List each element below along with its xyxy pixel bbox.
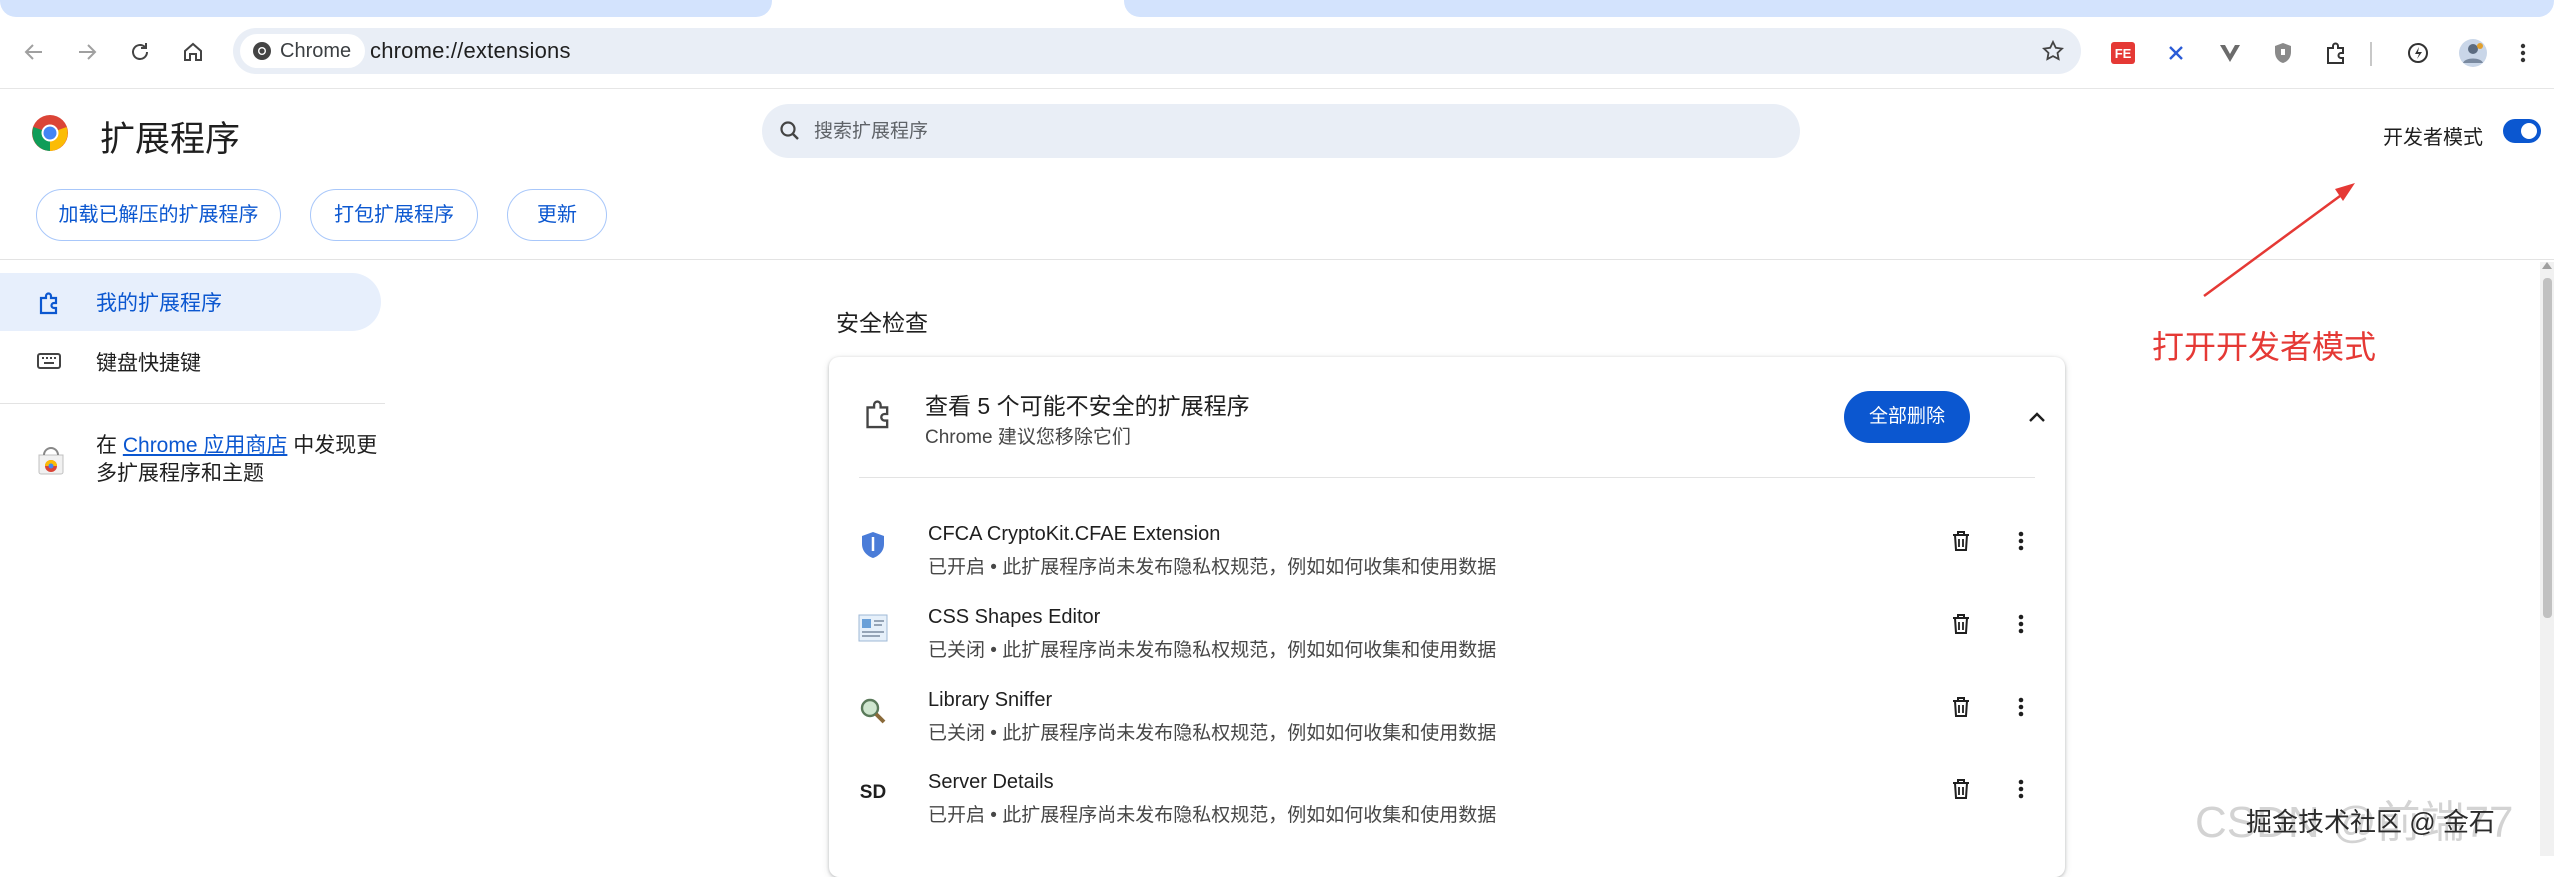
annotation-text: 打开开发者模式 bbox=[2152, 329, 2377, 365]
watermark-small: 掘金技术社区 @ 金石 bbox=[2246, 807, 2495, 837]
annotation-arrow-icon bbox=[2203, 183, 2355, 298]
